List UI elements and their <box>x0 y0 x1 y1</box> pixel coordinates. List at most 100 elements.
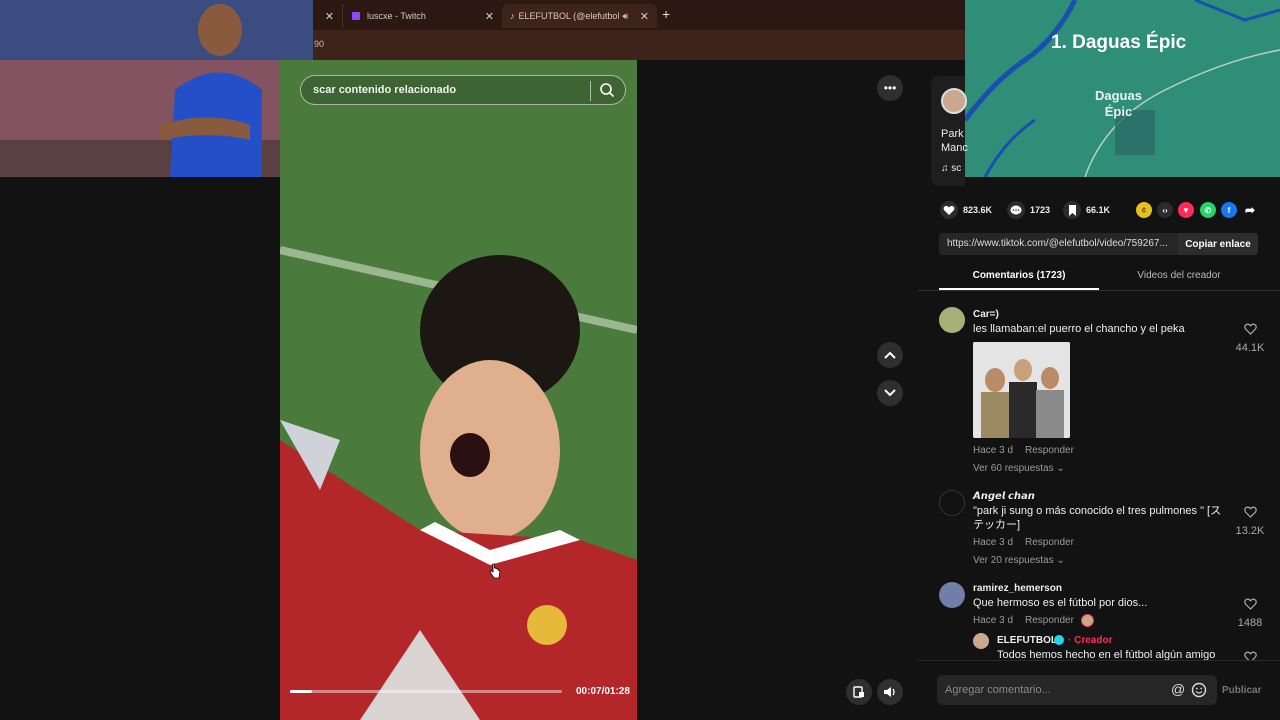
comment-time: Hace 3 d <box>973 537 1014 548</box>
close-tab-icon[interactable]: ✕ <box>485 10 494 23</box>
next-video-button[interactable] <box>877 380 903 406</box>
map-place-label: Daguas Épic <box>1095 88 1142 120</box>
comment-placeholder: Agregar comentario... <box>945 684 1051 696</box>
browser-tab-partial[interactable]: ✕ <box>312 4 342 28</box>
embed-icon[interactable]: ‹› <box>1157 202 1173 218</box>
comment-sticker-image[interactable] <box>973 342 1070 438</box>
avatar[interactable] <box>939 490 965 516</box>
related-search-input[interactable]: scar contenido relacionado <box>300 75 626 105</box>
new-tab-button[interactable]: + <box>662 6 670 22</box>
audio-icon[interactable]: 🔊︎ <box>623 11 629 22</box>
avatar[interactable] <box>939 582 965 608</box>
share-arrow-icon[interactable]: ➦ <box>1242 202 1258 218</box>
chevron-down-icon <box>884 389 896 397</box>
heart-icon <box>940 201 958 219</box>
copy-link-button[interactable]: Copiar enlace <box>1178 233 1258 255</box>
close-tab-icon[interactable]: ✕ <box>640 10 649 23</box>
reply-button[interactable]: Responder <box>1025 537 1074 548</box>
more-icon: ••• <box>883 81 897 95</box>
bookmark-icon <box>1063 201 1081 219</box>
tab-creator-videos[interactable]: Videos del creador <box>1100 270 1258 281</box>
comment-time: Hace 3 d <box>973 615 1014 626</box>
map-place-line2: Épic <box>1104 104 1133 119</box>
comment-like-count: 13.2K <box>1235 525 1265 537</box>
streamer-overlay-image <box>0 0 313 177</box>
facebook-icon[interactable]: f <box>1221 202 1237 218</box>
video-player[interactable] <box>280 60 637 720</box>
view-replies-button[interactable]: Ver 60 respuestas ⌄ <box>973 463 1065 474</box>
video-link-box: https://www.tiktok.com/@elefutbol/video/… <box>939 233 1258 255</box>
previous-video-button[interactable] <box>877 342 903 368</box>
like-button[interactable]: 823.6K <box>940 201 992 219</box>
creator-badge-label: Creador <box>1074 635 1113 646</box>
floating-player-button[interactable] <box>846 679 872 705</box>
address-text: 90 <box>314 39 325 49</box>
search-icon[interactable] <box>599 82 615 98</box>
post-description-line1: Park <box>941 128 964 140</box>
hand-cursor-icon <box>489 563 501 579</box>
twitch-icon <box>352 12 360 20</box>
player-photo <box>0 0 313 177</box>
browser-tab-bar: ✕ luscxe - Twitch ✕ ♪ ELEFUTBOL (@elefut… <box>312 0 965 30</box>
volume-button[interactable] <box>877 679 903 705</box>
reply-button[interactable]: Responder <box>1025 615 1074 626</box>
map-overlay: 1. Daguas Épic Daguas Épic <box>965 0 1280 177</box>
share-coin-icon[interactable]: ¢ <box>1136 202 1152 218</box>
verified-icon <box>1054 635 1064 645</box>
music-label[interactable]: ♫ sc <box>941 163 961 174</box>
chevron-down-icon: ⌄ <box>1056 463 1065 474</box>
send-icon[interactable]: ▼ <box>1178 202 1194 218</box>
comment-count-button[interactable]: 1723 <box>1007 201 1050 219</box>
publish-button[interactable]: Publicar <box>1222 685 1261 696</box>
reply-button[interactable]: Responder <box>1025 445 1074 456</box>
more-options-button[interactable]: ••• <box>877 75 903 101</box>
comment-like-button[interactable]: 44.1K <box>1235 322 1265 354</box>
view-replies-label: Ver 60 respuestas <box>973 463 1054 474</box>
chevron-up-icon <box>884 351 896 359</box>
comment-text: les llamaban:el puerro el chancho y el p… <box>973 323 1185 335</box>
comment-like-button[interactable]: 1488 <box>1235 597 1265 629</box>
tab-title: luscxe - Twitch <box>367 11 426 21</box>
map-title: 1. Daguas Épic <box>1051 32 1187 53</box>
reply-author[interactable]: ELEFUTBOL <box>997 635 1057 646</box>
comment-like-count: 1488 <box>1237 617 1263 629</box>
comment-like-count: 44.1K <box>1235 342 1265 354</box>
creator-avatar[interactable] <box>941 88 967 114</box>
view-replies-button[interactable]: Ver 20 respuestas ⌄ <box>973 555 1065 566</box>
browser-tab-tiktok[interactable]: ♪ ELEFUTBOL (@elefutbol) o 🔊︎ ✕ <box>502 4 657 28</box>
music-note-icon: ♫ <box>941 163 952 174</box>
heart-outline-icon <box>1243 506 1257 518</box>
comment-author[interactable]: Car=) <box>973 309 999 320</box>
comment-count: 1723 <box>1030 205 1051 215</box>
heart-outline-icon <box>1243 323 1257 335</box>
tiktok-icon: ♪ <box>510 11 515 21</box>
map-place-line1: Daguas <box>1095 88 1142 103</box>
comment-author[interactable]: 𝘼𝙣𝙜𝙚𝙡 𝙘𝙝𝙖𝙣 <box>973 491 1035 502</box>
heart-outline-icon <box>1243 598 1257 610</box>
mini-player-icon <box>853 686 864 698</box>
comment-input[interactable]: Agregar comentario... @ <box>937 675 1217 705</box>
video-link-text[interactable]: https://www.tiktok.com/@elefutbol/video/… <box>947 238 1179 249</box>
comment-text-line1: "park ji sung o más conocido el tres pul… <box>973 505 1222 517</box>
video-progress-bar[interactable] <box>290 690 562 693</box>
creator-liked-badge <box>1081 614 1094 627</box>
save-button[interactable]: 66.1K <box>1063 201 1110 219</box>
emoji-icon[interactable] <box>1191 682 1207 698</box>
video-progress-fill <box>290 690 312 693</box>
save-count: 66.1K <box>1086 205 1111 215</box>
chevron-down-icon: ⌄ <box>1056 555 1065 566</box>
browser-tab-twitch[interactable]: luscxe - Twitch ✕ <box>342 4 502 28</box>
avatar[interactable] <box>939 307 965 333</box>
whatsapp-icon[interactable]: ✆ <box>1200 202 1216 218</box>
avatar[interactable] <box>973 633 989 649</box>
comment-like-button[interactable]: 13.2K <box>1235 505 1265 537</box>
post-info-card: Park Manc ♫ sc <box>931 76 968 186</box>
comment-author[interactable]: ramirez_hemerson <box>973 583 1062 594</box>
address-bar[interactable]: 90 <box>312 30 965 60</box>
search-divider <box>590 81 591 101</box>
music-title: sc <box>951 163 962 174</box>
tab-comments[interactable]: Comentarios (1723) <box>939 270 1099 281</box>
mention-icon[interactable]: @ <box>1171 681 1185 697</box>
video-time: 00:07/01:28 <box>576 686 630 697</box>
close-tab-icon[interactable]: ✕ <box>325 10 334 23</box>
